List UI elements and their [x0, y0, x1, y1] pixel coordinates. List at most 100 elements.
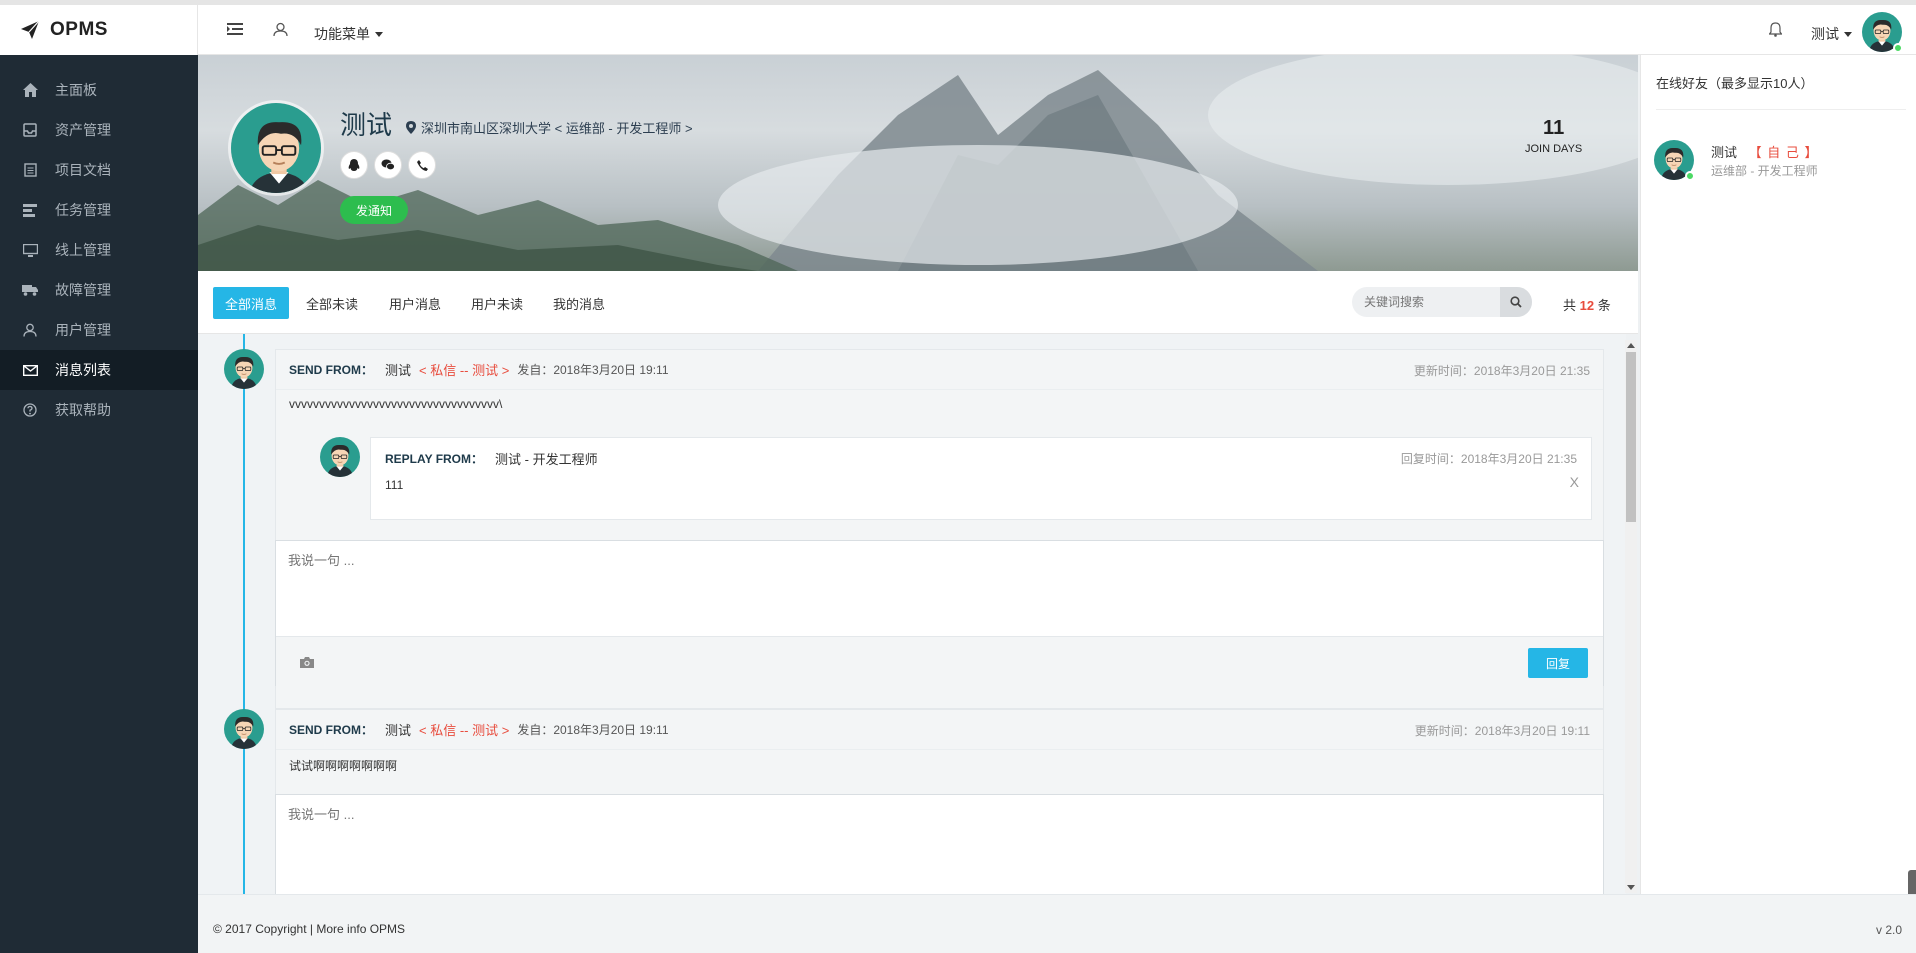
profile-name: 测试: [340, 110, 393, 140]
sidebar-item-dashboard[interactable]: 主面板: [0, 70, 198, 110]
timeline-line: [243, 334, 245, 894]
join-days-label: JOIN DAYS: [1525, 143, 1583, 155]
updated-time: 更新时间：2018年3月20日 21:35: [1413, 364, 1590, 378]
send-from-label: SEND FROM：: [289, 723, 374, 737]
profile-avatar: [228, 100, 324, 196]
content-scrollbar[interactable]: [1625, 340, 1637, 893]
sidebar-item-label: 用户管理: [55, 322, 111, 338]
sent-time: 发自：2018年3月20日 19:11: [517, 363, 669, 377]
online-friends-panel: 在线好友（最多显示10人） 测试 【 自 己 】 运维部 - 开发工程师: [1640, 55, 1916, 894]
sidebar-item-docs[interactable]: 项目文档: [0, 150, 198, 190]
self-tag: 【 自 己 】: [1748, 145, 1819, 160]
tab-my-messages[interactable]: 我的消息: [541, 287, 617, 319]
brand-name: OPMS: [50, 19, 108, 40]
online-indicator: [1893, 43, 1903, 53]
online-indicator: [1685, 171, 1695, 181]
doc-icon: [22, 162, 38, 178]
private-tag: < 私信 -- 测试 >: [419, 363, 510, 378]
updated-time: 更新时间：2018年3月20日 19:11: [1414, 724, 1590, 738]
camera-icon[interactable]: [300, 656, 314, 668]
sidebar-item-label: 消息列表: [55, 362, 111, 378]
sidebar-item-faults[interactable]: 故障管理: [0, 270, 198, 310]
composer-footer: 回复: [276, 636, 1603, 688]
top-bar: OPMS 功能菜单 测试: [0, 0, 1916, 55]
home-icon: [22, 82, 38, 98]
message-header: SEND FROM： 测试 < 私信 -- 测试 > 发自：2018年3月20日…: [276, 350, 1603, 390]
help-icon: [22, 402, 38, 418]
sent-time: 发自：2018年3月20日 19:11: [517, 723, 669, 737]
sender-name[interactable]: 测试: [385, 720, 411, 739]
reply-body: 111: [385, 478, 404, 492]
sidebar-item-label: 任务管理: [55, 202, 111, 218]
message-body: 试试啊啊啊啊啊啊啊: [289, 759, 398, 773]
sidebar-item-online[interactable]: 线上管理: [0, 230, 198, 270]
divider: [1656, 109, 1906, 110]
footer: © 2017 Copyright | More info OPMS v 2.0: [198, 894, 1916, 953]
reply-header: REPLAY FROM： 测试 - 开发工程师 回复时间：2018年3月20日 …: [371, 438, 1591, 478]
version: v 2.0: [1875, 923, 1902, 937]
bell-icon[interactable]: [1765, 19, 1785, 39]
reply-composer: 回复: [275, 540, 1604, 688]
reply-time: 回复时间：2018年3月20日 21:35: [1400, 452, 1577, 466]
function-menu-dropdown[interactable]: 功能菜单: [314, 24, 383, 44]
sidebar-item-label: 资产管理: [55, 122, 111, 138]
close-reply-button[interactable]: X: [1570, 474, 1579, 490]
send-notice-button[interactable]: 发通知: [340, 196, 409, 224]
avatar: [224, 349, 264, 389]
brand[interactable]: OPMS: [0, 5, 198, 55]
friend-name: 测试 【 自 己 】: [1711, 142, 1818, 161]
sidebar-item-assets[interactable]: 资产管理: [0, 110, 198, 150]
profile-location: 深圳市南山区深圳大学 < 运维部 - 开发工程师 >: [406, 118, 693, 137]
reply-author: 测试 - 开发工程师: [495, 451, 598, 467]
sender-name[interactable]: 测试: [385, 360, 411, 379]
sidebar-item-users[interactable]: 用户管理: [0, 310, 198, 350]
tab-user-unread[interactable]: 用户未读: [459, 287, 535, 319]
search-box: [1352, 287, 1532, 317]
reply-button[interactable]: 回复: [1527, 648, 1588, 678]
friend-item[interactable]: 测试 【 自 己 】 运维部 - 开发工程师: [1654, 140, 1904, 185]
avatar: [224, 709, 264, 749]
caret-down-icon: [375, 31, 383, 37]
comment-input[interactable]: [276, 541, 1603, 633]
tab-all-unread[interactable]: 全部未读: [294, 287, 370, 319]
sidebar-item-messages[interactable]: 消息列表: [0, 350, 198, 390]
sidebar-item-help[interactable]: 获取帮助: [0, 390, 198, 430]
total-prefix: 共: [1563, 298, 1577, 313]
scroll-up-arrow[interactable]: [1627, 343, 1635, 348]
user-icon[interactable]: [270, 19, 290, 39]
sidebar-item-label: 获取帮助: [55, 402, 111, 418]
qq-button[interactable]: [340, 151, 368, 179]
total-count: 12: [1579, 298, 1595, 313]
join-days-count: 11: [1543, 117, 1565, 139]
caret-down-icon: [1844, 31, 1852, 37]
message-body: vvvvvvvvvvvvvvvvvvvvvvvvvvvvvvvvvvv\: [289, 397, 503, 411]
menu-toggle-icon[interactable]: [225, 19, 245, 39]
scroll-thumb[interactable]: [1626, 352, 1636, 522]
wechat-button[interactable]: [374, 151, 402, 179]
sidebar-item-tasks[interactable]: 任务管理: [0, 190, 198, 230]
search-icon: [1510, 296, 1522, 308]
total-suffix: 条: [1597, 298, 1611, 313]
truck-icon: [22, 282, 38, 298]
scroll-down-arrow[interactable]: [1627, 885, 1635, 890]
qq-icon: [348, 158, 360, 171]
avatar: [320, 437, 360, 477]
reply-card: REPLAY FROM： 测试 - 开发工程师 回复时间：2018年3月20日 …: [370, 437, 1592, 520]
search-input[interactable]: [1352, 287, 1502, 317]
wechat-icon: [381, 159, 395, 171]
map-marker-icon: [406, 121, 416, 134]
private-tag: < 私信 -- 测试 >: [419, 723, 510, 738]
send-from-label: SEND FROM：: [289, 363, 374, 377]
sidebar-item-label: 线上管理: [55, 242, 111, 258]
search-button[interactable]: [1500, 287, 1532, 317]
comment-input[interactable]: [276, 795, 1603, 887]
phone-button[interactable]: [408, 151, 436, 179]
reply-from-label: REPLAY FROM：: [385, 451, 484, 466]
paper-plane-icon: [21, 20, 40, 39]
tab-user-messages[interactable]: 用户消息: [377, 287, 453, 319]
user-dropdown[interactable]: 测试: [1811, 24, 1852, 44]
tab-all-messages[interactable]: 全部消息: [213, 287, 290, 319]
sidebar-item-label: 主面板: [55, 82, 97, 98]
message-timeline: SEND FROM： 测试 < 私信 -- 测试 > 发自：2018年3月20日…: [198, 334, 1626, 894]
user-icon: [22, 322, 38, 338]
